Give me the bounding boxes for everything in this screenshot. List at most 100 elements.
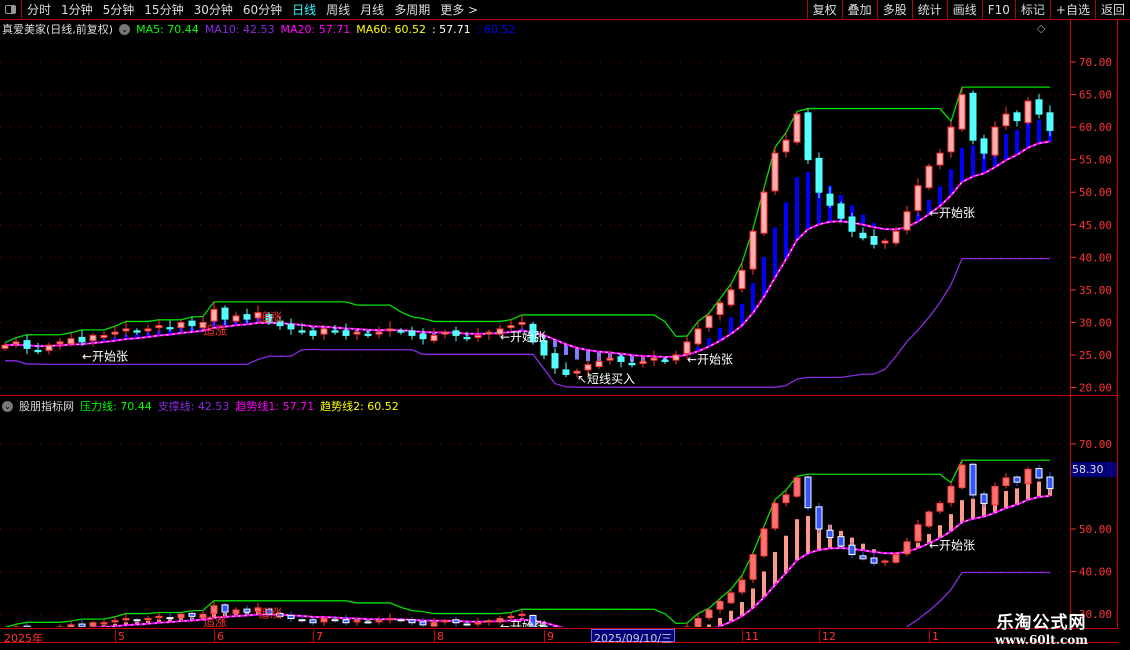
signal-label: ←开始张	[929, 539, 975, 553]
indicator-chart[interactable]: 70.0050.0040.0030.00←开始张追涨追涨←开始张↖短线买入←开始…	[0, 414, 1118, 627]
candle-body	[991, 485, 999, 506]
candle-body	[925, 511, 933, 527]
candle-body	[672, 354, 680, 361]
candle-body	[1046, 476, 1054, 490]
candle-body	[144, 617, 152, 621]
candle-body	[507, 615, 515, 619]
candle-body	[914, 185, 922, 211]
x-tick-label: 7	[313, 630, 323, 643]
candle-body	[177, 613, 185, 619]
candle-body	[958, 464, 966, 489]
candle-body	[936, 152, 944, 166]
candle-body	[221, 307, 229, 320]
period-tab-2[interactable]: 5分钟	[98, 1, 140, 18]
candle-body	[859, 555, 867, 560]
chevron-down-icon[interactable]: ⌄	[2, 400, 13, 412]
candle-body	[881, 560, 889, 563]
candle-body	[705, 315, 713, 329]
toolbar-button-4[interactable]: 画线	[946, 0, 982, 20]
stock-title: 真爱美家(日线,前复权)	[2, 23, 114, 36]
candle-body	[56, 341, 64, 345]
candle-body	[452, 330, 460, 336]
candle-body	[969, 92, 977, 141]
right-side-panel[interactable]	[1117, 20, 1130, 628]
period-tab-10[interactable]: 更多 >	[435, 1, 483, 18]
main-price-chart[interactable]: 70.00 65.00 60.00 55.00 50.00 45.00 40.00 35.00…	[0, 36, 1118, 394]
candle-body	[903, 211, 911, 231]
indicator-title: 股朋指标网	[19, 400, 74, 413]
y-tick-label: 65.00	[1079, 89, 1112, 102]
candle-body	[12, 341, 20, 345]
candle-body	[474, 622, 482, 625]
candle-body	[903, 541, 911, 555]
x-tick-label: 12	[819, 630, 836, 643]
pressure-line	[4, 459, 1050, 627]
signal-label: ←开始张	[500, 330, 546, 344]
candle-body	[419, 333, 427, 340]
candle-body	[386, 617, 394, 621]
candle-body	[232, 609, 240, 614]
period-tab-0[interactable]: 分时	[22, 1, 56, 18]
candle-body	[397, 330, 405, 333]
candle-body	[342, 330, 350, 336]
diamond-icon[interactable]: ◇	[1037, 22, 1045, 35]
x-tick-label: 5	[115, 630, 125, 643]
candle-body	[210, 605, 218, 614]
candle-body	[23, 340, 31, 349]
candle-body	[837, 203, 845, 219]
cursor-price-label: 58.30	[1071, 462, 1117, 477]
toolbar-button-0[interactable]: 复权	[806, 0, 842, 20]
period-toolbar: 分时 1分钟 5分钟 15分钟 30分钟 60分钟 日线 周线 月线 多周期 更多 > 复权 叠加 多股…	[0, 0, 1130, 20]
candle-body	[870, 557, 878, 564]
period-tab-1[interactable]: 1分钟	[56, 1, 98, 18]
period-tab-7[interactable]: 周线	[321, 1, 355, 18]
x-tick-label: 8	[434, 630, 444, 643]
candle-body	[1013, 112, 1021, 122]
y-tick-label: 70.00	[1079, 438, 1112, 451]
toolbar-button-3[interactable]: 统计	[911, 0, 947, 20]
toolbar-button-5[interactable]: F10	[981, 0, 1015, 20]
toolbar-button-7[interactable]: +自选	[1049, 0, 1095, 20]
watermark-logo: 乐淘公式网 www.60lt.com	[995, 613, 1088, 647]
candle-body	[1013, 476, 1021, 483]
candle-body	[353, 331, 361, 335]
extra-value-2: : 60.52	[476, 22, 516, 36]
candle-body	[232, 315, 240, 322]
candle-body	[78, 623, 86, 627]
toolbar-button-1[interactable]: 叠加	[841, 0, 877, 20]
toolbar-button-6[interactable]: 标记	[1014, 0, 1050, 20]
signal-label: ←开始张	[500, 619, 546, 627]
candle-body	[89, 334, 97, 342]
candle-body	[1035, 468, 1043, 479]
candle-body	[221, 604, 229, 613]
pressure-value: 压力线: 70.44	[80, 400, 152, 413]
candle-body	[463, 336, 471, 340]
period-tab-6[interactable]: 日线	[287, 1, 321, 18]
candle-body	[188, 320, 196, 327]
candle-body	[89, 622, 97, 627]
toolbar-button-8[interactable]: 返回	[1094, 0, 1130, 20]
candle-body	[793, 477, 801, 497]
candle-body	[782, 494, 790, 504]
candle-body	[881, 240, 889, 244]
candle-body	[430, 622, 438, 627]
sub-legend: ⌄ 股朋指标网 压力线: 70.44 支撑线: 42.53 趋势线1: 57.7…	[2, 398, 399, 414]
candle-body	[331, 330, 339, 333]
layout-toggle-button[interactable]	[0, 0, 22, 20]
candle-body	[177, 321, 185, 329]
period-tab-4[interactable]: 30分钟	[189, 1, 238, 18]
candle-body	[166, 617, 174, 620]
pane-divider[interactable]	[0, 395, 1118, 396]
period-tab-9[interactable]: 多周期	[389, 1, 435, 18]
toolbar-button-2[interactable]: 多股	[876, 0, 912, 20]
candle-body	[298, 330, 306, 333]
candle-body	[397, 619, 405, 622]
period-tab-3[interactable]: 15分钟	[139, 1, 188, 18]
candle-body	[485, 331, 493, 335]
period-tab-8[interactable]: 月线	[355, 1, 389, 18]
chevron-down-icon[interactable]: ⌄	[119, 23, 131, 35]
candle-body	[155, 615, 163, 619]
candle-body	[793, 113, 801, 143]
period-tab-5[interactable]: 60分钟	[238, 1, 287, 18]
signal-label: ←开始张	[687, 353, 733, 367]
